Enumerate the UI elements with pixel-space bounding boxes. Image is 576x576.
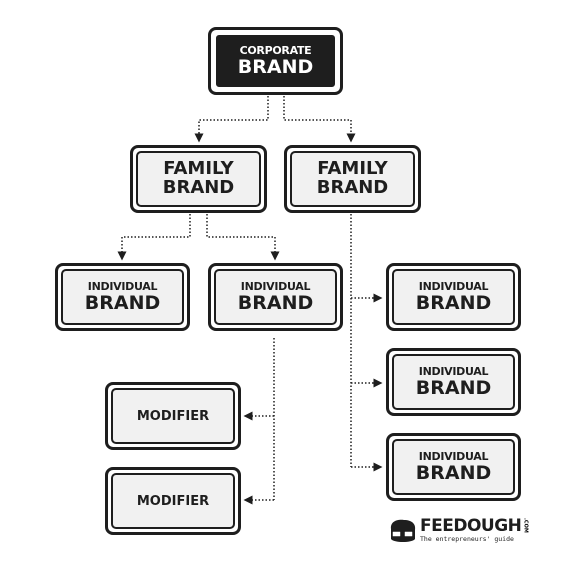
modifier-node: MODIFIER bbox=[105, 382, 241, 450]
node-line1: INDIVIDUAL bbox=[87, 280, 158, 293]
connector-family1-individual2 bbox=[206, 214, 280, 261]
face-glasses-icon bbox=[390, 519, 416, 542]
logo-tagline: The entrepreneurs' guide bbox=[420, 535, 514, 543]
node-line2: BRAND bbox=[316, 177, 389, 198]
individual-brand-node: INDIVIDUAL BRAND bbox=[386, 348, 521, 416]
connector-corporate-family1 bbox=[194, 96, 269, 143]
node-line2: BRAND bbox=[415, 377, 492, 399]
node-line2: BRAND bbox=[237, 292, 314, 314]
connector-corporate-family2 bbox=[283, 96, 356, 143]
individual-brand-node: INDIVIDUAL BRAND bbox=[386, 263, 521, 331]
node-line1: INDIVIDUAL bbox=[418, 280, 489, 293]
individual-brand-node: INDIVIDUAL BRAND bbox=[208, 263, 343, 331]
family-brand-node: FAMILY BRAND bbox=[284, 145, 421, 213]
node-line1: CORPORATE bbox=[239, 44, 312, 57]
node-line2: BRAND bbox=[415, 292, 492, 314]
node-label: MODIFIER bbox=[136, 493, 210, 509]
node-line1: INDIVIDUAL bbox=[418, 450, 489, 463]
node-line1: INDIVIDUAL bbox=[418, 365, 489, 378]
node-label: MODIFIER bbox=[136, 408, 210, 424]
feedough-logo: FEEDOUGH .COM The entrepreneurs' guide bbox=[388, 518, 528, 543]
logo-name: FEEDOUGH bbox=[420, 516, 522, 536]
node-line2: BRAND bbox=[84, 292, 161, 314]
node-line1: INDIVIDUAL bbox=[240, 280, 311, 293]
family-brand-node: FAMILY BRAND bbox=[130, 145, 267, 213]
modifier-node: MODIFIER bbox=[105, 467, 241, 535]
node-line2: BRAND bbox=[415, 462, 492, 484]
corporate-brand-node: CORPORATE BRAND bbox=[208, 27, 343, 95]
logo-suffix: .COM bbox=[522, 518, 529, 533]
individual-brand-node: INDIVIDUAL BRAND bbox=[386, 433, 521, 501]
connector-family1-individual1 bbox=[117, 214, 191, 261]
individual-brand-node: INDIVIDUAL BRAND bbox=[55, 263, 190, 331]
node-line2: BRAND bbox=[237, 56, 314, 78]
node-line2: BRAND bbox=[162, 177, 235, 198]
